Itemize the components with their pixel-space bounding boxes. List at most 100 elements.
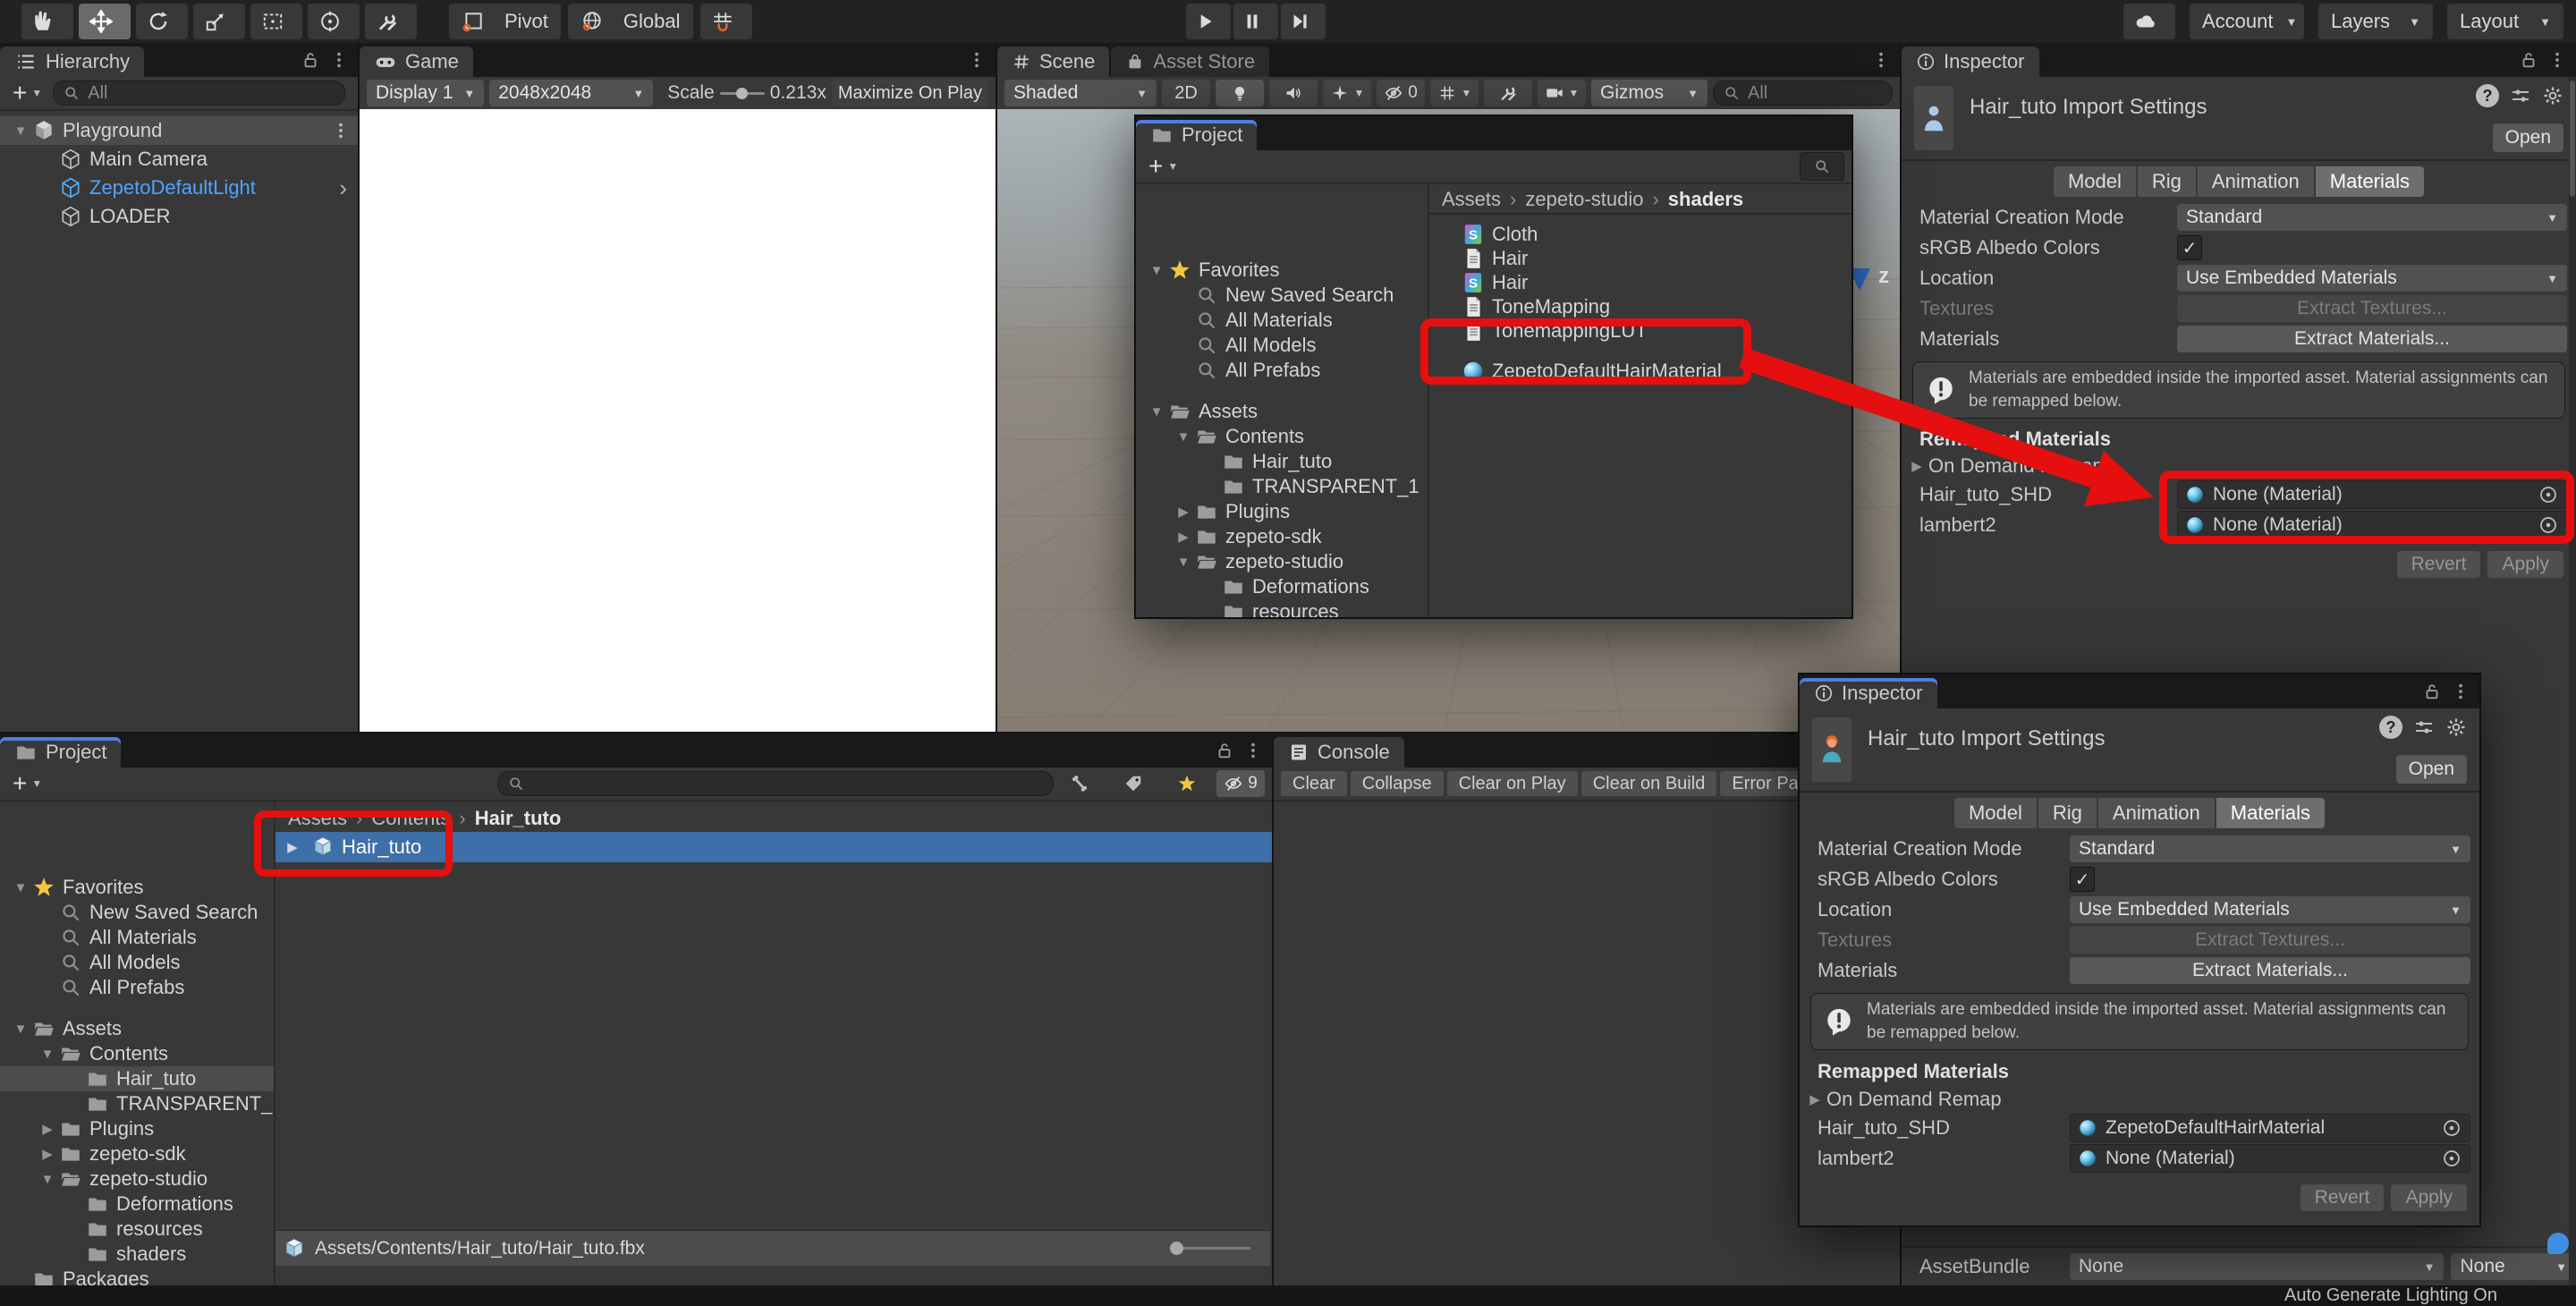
project-tree-item-contents[interactable]: ▼Contents <box>0 1041 274 1066</box>
tab-hierarchy[interactable]: Hierarchy <box>0 47 144 77</box>
pause-button[interactable] <box>1233 4 1278 39</box>
project-tree-item-all-materials[interactable]: All Materials <box>0 925 274 950</box>
pivot-toggle[interactable]: Pivot <box>449 4 561 39</box>
account-dropdown[interactable]: Account▼ <box>2190 4 2304 39</box>
auto-generate-lighting-status[interactable]: Auto Generate Lighting On <box>2284 1285 2497 1306</box>
component-tools-button[interactable] <box>1484 80 1532 106</box>
maximize-on-play-toggle[interactable]: Maximize On Play <box>832 80 988 106</box>
project-tree-item-zepeto-studio[interactable]: ▼zepeto-studio <box>0 1166 274 1192</box>
hidden-packages-toggle[interactable]: 9 <box>1216 770 1265 797</box>
play-button[interactable] <box>1186 4 1231 39</box>
project-tree-item-transparent-1[interactable]: TRANSPARENT_1 <box>0 1091 274 1116</box>
project-tree-item-hair-tuto[interactable]: Hair_tuto <box>0 1066 274 1091</box>
tab-model[interactable]: Model <box>2054 166 2136 197</box>
thumbnail-size-slider[interactable] <box>1170 1247 1250 1250</box>
object-picker-icon[interactable] <box>2538 514 2559 536</box>
breadcrumb[interactable]: Assets› zepeto-studio› shaders <box>1429 186 1852 213</box>
console-button-clear-on-build[interactable]: Clear on Build <box>1581 771 1717 796</box>
expander-open-icon[interactable]: ▼ <box>36 1172 59 1187</box>
expander-open-icon[interactable]: ▼ <box>36 1047 59 1062</box>
inspector-scrollbar[interactable] <box>2569 77 2576 1285</box>
revert-button[interactable]: Revert <box>2397 551 2481 578</box>
kebab-icon[interactable] <box>1243 741 1263 760</box>
project-tree-item-all-models[interactable]: All Models <box>0 950 274 975</box>
lambert2-material-field[interactable]: None (Material) <box>2177 511 2567 539</box>
expander-open-icon[interactable]: ▼ <box>9 1022 32 1037</box>
create-menu-button[interactable]: +▼ <box>7 79 47 107</box>
project-tree-item-all-prefabs[interactable]: All Prefabs <box>0 975 274 1000</box>
project-tree-item-all-materials[interactable]: All Materials <box>1136 308 1428 333</box>
project-tree-item-hair-tuto[interactable]: Hair_tuto <box>1136 449 1428 474</box>
hierarchy-item-playground[interactable]: ▼Playground <box>0 116 358 145</box>
project-tree-item-zepeto-sdk[interactable]: ▶zepeto-sdk <box>1136 524 1428 549</box>
expander-closed-icon[interactable]: ▶ <box>36 1146 59 1162</box>
grid-visibility-dropdown[interactable]: ▼ <box>1430 80 1479 106</box>
project-tree-item-zepeto-studio[interactable]: ▼zepeto-studio <box>1136 549 1428 574</box>
expander-open-icon[interactable]: ▼ <box>9 123 32 139</box>
project-tree-item-deformations[interactable]: Deformations <box>1136 574 1428 599</box>
breadcrumb-assets[interactable]: Assets <box>1442 188 1501 211</box>
2d-toggle[interactable]: 2D <box>1162 80 1210 106</box>
srgb-checkbox[interactable]: ✓ <box>2070 867 2095 892</box>
hair-tuto-shd-material-field[interactable]: None (Material) <box>2177 480 2567 509</box>
kebab-icon[interactable] <box>331 121 351 140</box>
project-tree-item-zepeto-sdk[interactable]: ▶zepeto-sdk <box>0 1141 274 1166</box>
search-by-label-button[interactable] <box>1109 770 1157 797</box>
scale-slider-handle[interactable] <box>736 88 748 99</box>
hierarchy-item-main-camera[interactable]: Main Camera <box>0 145 358 174</box>
breadcrumb-assets[interactable]: Assets <box>288 807 347 830</box>
expander-closed-icon[interactable]: ▶ <box>1905 458 1928 474</box>
project-tree-item-assets[interactable]: ▼Assets <box>1136 399 1428 424</box>
hierarchy-item-zepetodefaultlight[interactable]: ZepetoDefaultLight› <box>0 174 358 202</box>
project-tree-item-all-models[interactable]: All Models <box>1136 333 1428 358</box>
expander-closed-icon[interactable]: ▶ <box>1172 504 1195 520</box>
tab-animation[interactable]: Animation <box>2098 798 2215 828</box>
tab-materials[interactable]: Materials <box>2216 798 2325 828</box>
selected-asset-row[interactable]: ▶ Hair_tuto <box>275 832 1272 862</box>
layers-dropdown[interactable]: Layers▼ <box>2318 4 2433 39</box>
resolution-dropdown[interactable]: 2048x2048▼ <box>489 80 653 106</box>
open-button[interactable]: Open <box>2396 755 2467 784</box>
kebab-icon[interactable] <box>2451 682 2470 701</box>
breadcrumb[interactable]: Assets› Contents› Hair_tuto <box>275 805 1272 832</box>
assetbundle-dropdown[interactable]: None▼ <box>2070 1253 2444 1280</box>
presets-icon[interactable] <box>2413 717 2435 738</box>
tab-rig[interactable]: Rig <box>2038 798 2097 828</box>
lock-icon[interactable] <box>1215 741 1234 760</box>
project-tree-item-favorites[interactable]: ▼Favorites <box>0 875 274 900</box>
project-tree-item-deformations[interactable]: Deformations <box>0 1192 274 1217</box>
search-by-type-button[interactable] <box>1055 770 1104 797</box>
breadcrumb-shaders[interactable]: shaders <box>1668 188 1743 211</box>
scene-search-input[interactable]: All <box>1713 81 1893 106</box>
gizmos-dropdown[interactable]: Gizmos▼ <box>1591 80 1707 106</box>
object-picker-icon[interactable] <box>2441 1117 2462 1139</box>
expander-open-icon[interactable]: ▼ <box>1145 263 1168 278</box>
project-tree-item-new-saved-search[interactable]: New Saved Search <box>1136 283 1428 308</box>
project-tree-item-plugins[interactable]: ▶Plugins <box>0 1116 274 1141</box>
tab-inspector-floating[interactable]: Inspector <box>1800 678 1937 708</box>
file-item-tonemappinglut[interactable]: TonemappingLUT <box>1429 318 1852 343</box>
step-button[interactable] <box>1281 4 1326 39</box>
rect-tool-button[interactable] <box>250 4 302 39</box>
file-item-hair[interactable]: Hair <box>1429 270 1852 294</box>
layout-dropdown[interactable]: Layout▼ <box>2447 4 2563 39</box>
transform-tool-button[interactable] <box>308 4 360 39</box>
lock-icon[interactable] <box>301 50 320 70</box>
expander-closed-icon[interactable]: ▶ <box>36 1121 59 1137</box>
tab-project-floating[interactable]: Project <box>1136 120 1257 150</box>
audio-toggle[interactable] <box>1269 80 1318 106</box>
scale-tool-button[interactable] <box>193 4 245 39</box>
gear-icon[interactable] <box>2445 717 2467 738</box>
location-dropdown[interactable]: Use Embedded Materials▼ <box>2177 265 2567 292</box>
display-dropdown[interactable]: Display 1▼ <box>367 80 484 106</box>
tab-project[interactable]: Project <box>0 737 121 767</box>
tab-rig[interactable]: Rig <box>2138 166 2196 197</box>
gear-icon[interactable] <box>2542 85 2563 106</box>
favorites-filter-button[interactable] <box>1163 770 1211 797</box>
kebab-icon[interactable] <box>329 50 349 70</box>
console-button-clear[interactable]: Clear <box>1281 771 1347 796</box>
tab-inspector[interactable]: Inspector <box>1902 47 2039 77</box>
file-item-zepetodefaulthairmaterial[interactable]: ZepetoDefaultHairMaterial <box>1429 359 1852 383</box>
tab-asset-store[interactable]: Asset Store <box>1111 47 1269 77</box>
creation-mode-dropdown[interactable]: Standard▼ <box>2070 835 2470 862</box>
